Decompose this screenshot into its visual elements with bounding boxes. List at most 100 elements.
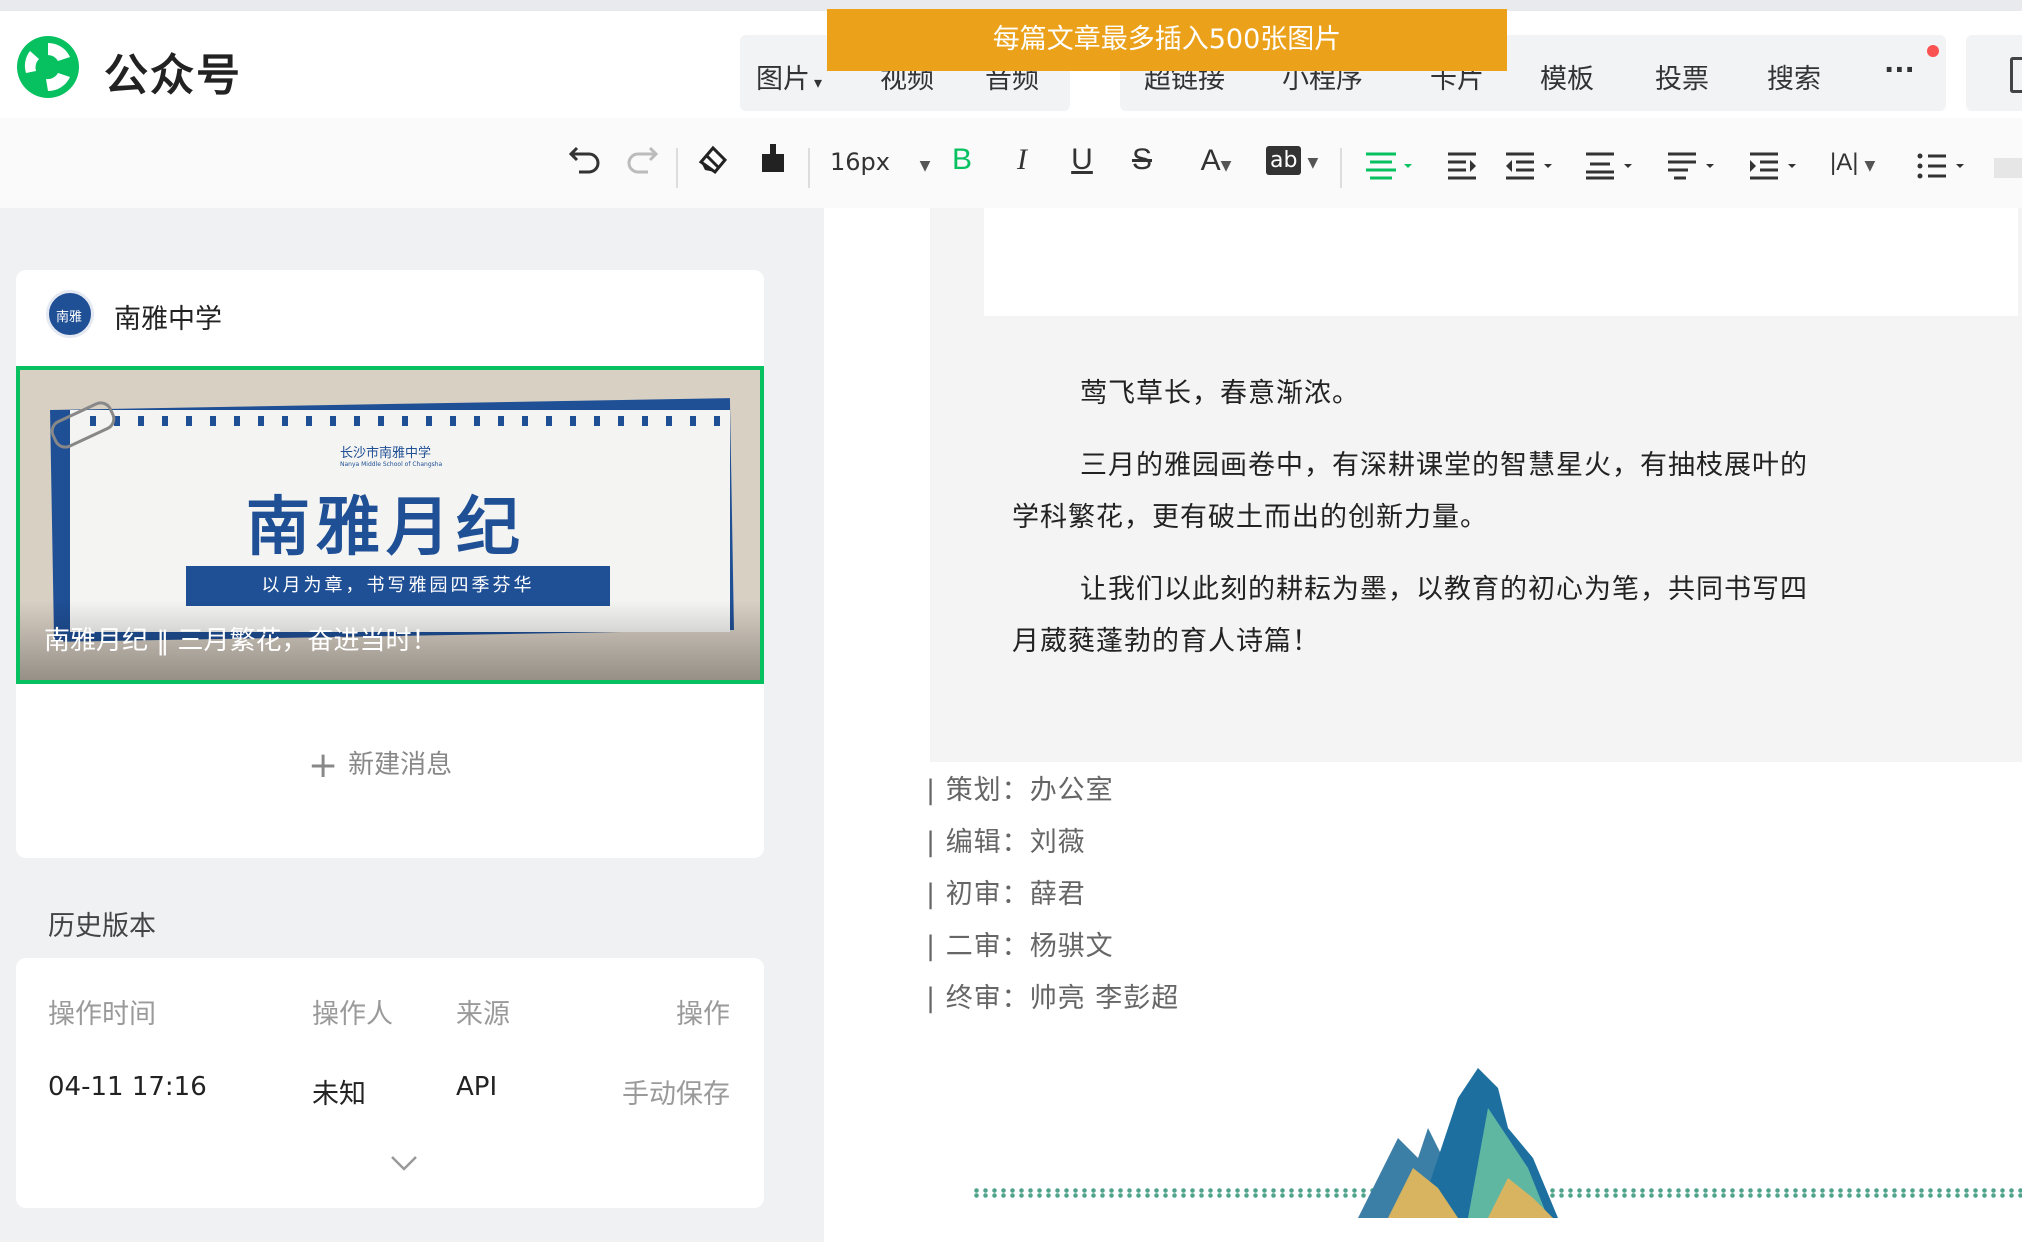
credit-value: 帅亮 李彭超 [1029, 983, 1180, 1014]
chevron-down-icon: ▼ [919, 158, 931, 174]
credit-bar: | [926, 879, 946, 910]
font-color-label: A [1200, 144, 1221, 177]
school-name-en: Nanya Middle School of Changsha [340, 461, 443, 468]
editor-area: 莺飞草长，春意渐浓。 三月的雅园画卷中，有深耕课堂的智慧星火，有抽枝展叶的学科繁… [824, 208, 2022, 1242]
mountain-illustration [1358, 1068, 1578, 1222]
school-logo-name: 长沙市南雅中学 Nanya Middle School of Changsha [340, 442, 442, 468]
bold-button[interactable]: B [942, 143, 982, 177]
credit-value: 刘薇 [1029, 827, 1086, 858]
credit-bar: | [926, 775, 946, 806]
history-title: 历史版本 [48, 911, 156, 942]
font-size-select[interactable]: 16px ▼ [830, 148, 930, 176]
new-message-button[interactable]: + 新建消息 [308, 744, 452, 786]
chevron-down-icon: ▼ [1864, 158, 1876, 174]
credit-line: | 策划：办公室 [926, 768, 1179, 820]
article-list-card: 南雅 南雅中学 长沙市南雅中学 Nanya Middle School of C… [16, 270, 764, 858]
strikethrough-button[interactable]: S [1122, 143, 1162, 177]
tab-vote[interactable]: 投票 [1655, 57, 1709, 96]
undo-icon[interactable] [565, 140, 605, 184]
chevron-down-icon: ▼ [1220, 158, 1232, 174]
letter-spacing-label: |A| [1830, 149, 1859, 176]
toolbar-divider [1340, 148, 1342, 188]
line-height-icon[interactable] [1746, 148, 1800, 188]
column-header-operator: 操作人 [312, 999, 393, 1030]
credit-line: | 二审：杨骐文 [926, 924, 1179, 976]
credit-bar: | [926, 983, 946, 1014]
panel-icon [2010, 57, 2022, 93]
table-row: 04-11 17:16 未知 API 手动保存 [16, 1068, 764, 1118]
credit-line: | 终审：帅亮 李彭超 [926, 976, 1179, 1028]
banner-title: 南雅月纪 [246, 491, 526, 565]
background-color-button[interactable]: ab ▼ [1266, 146, 1319, 175]
left-panel: 南雅 南雅中学 长沙市南雅中学 Nanya Middle School of C… [0, 208, 824, 1242]
paragraph: 三月的雅园画卷中，有深耕课堂的智慧星火，有抽枝展叶的学科繁花，更有破土而出的创新… [1012, 450, 1808, 533]
expand-chevron-icon[interactable] [390, 1154, 418, 1176]
list-icon[interactable] [1914, 148, 1968, 188]
vertical-align-icon[interactable] [1582, 148, 1636, 188]
tab-image[interactable]: 图片 ▾ [756, 57, 822, 96]
eraser-icon[interactable] [693, 140, 733, 184]
underline-button[interactable]: U [1062, 143, 1102, 177]
credit-label: 编辑： [945, 827, 1030, 858]
chevron-down-icon: ▾ [814, 73, 823, 92]
paragraph: 让我们以此刻的耕耘为墨，以教育的初心为笔，共同书写四月葳蕤蓬勃的育人诗篇！ [1012, 574, 1808, 657]
column-header-time: 操作时间 [48, 999, 156, 1030]
row-time: 04-11 17:16 [48, 1072, 207, 1102]
tab-search[interactable]: 搜索 [1767, 57, 1821, 96]
paragraph-spacing-icon[interactable] [1664, 148, 1718, 188]
credit-line: | 初审：薛君 [926, 872, 1179, 924]
avatar-text: 南雅 [56, 310, 83, 325]
new-message-label: 新建消息 [348, 750, 453, 780]
credit-bar: | [926, 931, 946, 962]
redo-icon[interactable] [622, 140, 662, 184]
credit-label: 初审： [945, 879, 1030, 910]
credit-label: 二审： [945, 931, 1030, 962]
column-header-source: 来源 [456, 999, 510, 1030]
italic-button[interactable]: I [1002, 143, 1042, 177]
more-button[interactable]: ··· [1884, 55, 1915, 86]
font-size-value: 16px [830, 148, 890, 176]
insert-limit-tooltip: 每篇文章最多插入500张图片 [827, 9, 1507, 71]
toolbar-divider [676, 148, 678, 188]
indent-right-icon[interactable] [1444, 148, 1480, 188]
app-name: 公众号 [104, 50, 242, 101]
credit-value: 办公室 [1029, 775, 1114, 806]
credits-block: | 策划：办公室 | 编辑：刘薇 | 初审：薛君 | 二审：杨骐文 | 终审：帅… [926, 768, 1179, 1028]
plus-icon: + [308, 745, 339, 786]
cover-caption: 南雅月纪 ‖ 三月繁花，奋进当时！ [44, 626, 438, 656]
row-source: API [456, 1072, 498, 1102]
spiral-binding [90, 416, 730, 426]
credit-line: | 编辑：刘薇 [926, 820, 1179, 872]
notification-dot [1927, 45, 1939, 57]
account-name: 南雅中学 [114, 304, 222, 335]
credit-value: 杨骐文 [1029, 931, 1114, 962]
font-color-button[interactable]: A▼ [1186, 143, 1246, 178]
letter-spacing-button[interactable]: |A| ▼ [1830, 148, 1875, 177]
image-placeholder [984, 208, 2018, 316]
format-painter-icon[interactable] [754, 140, 794, 184]
chevron-down-icon: ▼ [1307, 155, 1319, 171]
avatar: 南雅 [46, 290, 94, 338]
tab-template[interactable]: 模板 [1540, 57, 1594, 96]
background-color-label: ab [1266, 146, 1302, 175]
wechat-logo-icon [14, 33, 82, 101]
paragraph: 莺飞草长，春意渐浓。 [1080, 378, 1360, 409]
tab-image-label: 图片 [756, 64, 810, 95]
article-body[interactable]: 莺飞草长，春意渐浓。 三月的雅园画卷中，有深耕课堂的智慧星火，有抽枝展叶的学科繁… [1012, 368, 1832, 668]
format-toolbar: 16px ▼ B I U S A▼ ab ▼ |A| ▼ [0, 118, 2022, 208]
column-header-action: 操作 [676, 999, 730, 1030]
header-bar: 公众号 图片 ▾ 视频 音频 超链接 小程序 卡片 模板 投票 搜索 ··· 每篇… [0, 9, 2022, 118]
cover-article[interactable]: 长沙市南雅中学 Nanya Middle School of Changsha … [16, 366, 764, 684]
credit-value: 薛君 [1029, 879, 1086, 910]
align-center-icon[interactable] [1362, 148, 1414, 188]
history-table: 操作时间 操作人 来源 操作 04-11 17:16 未知 API 手动保存 [16, 958, 764, 1208]
toolbar-divider [808, 148, 810, 188]
row-action[interactable]: 手动保存 [622, 1072, 730, 1111]
credit-bar: | [926, 827, 946, 858]
side-panel-toggle[interactable] [1966, 35, 2022, 111]
more-tools-icon[interactable] [1994, 158, 2022, 178]
credit-label: 终审： [945, 983, 1030, 1014]
indent-left-icon[interactable] [1502, 148, 1556, 188]
school-name: 长沙市南雅中学 [340, 446, 432, 461]
row-operator: 未知 [312, 1079, 366, 1110]
